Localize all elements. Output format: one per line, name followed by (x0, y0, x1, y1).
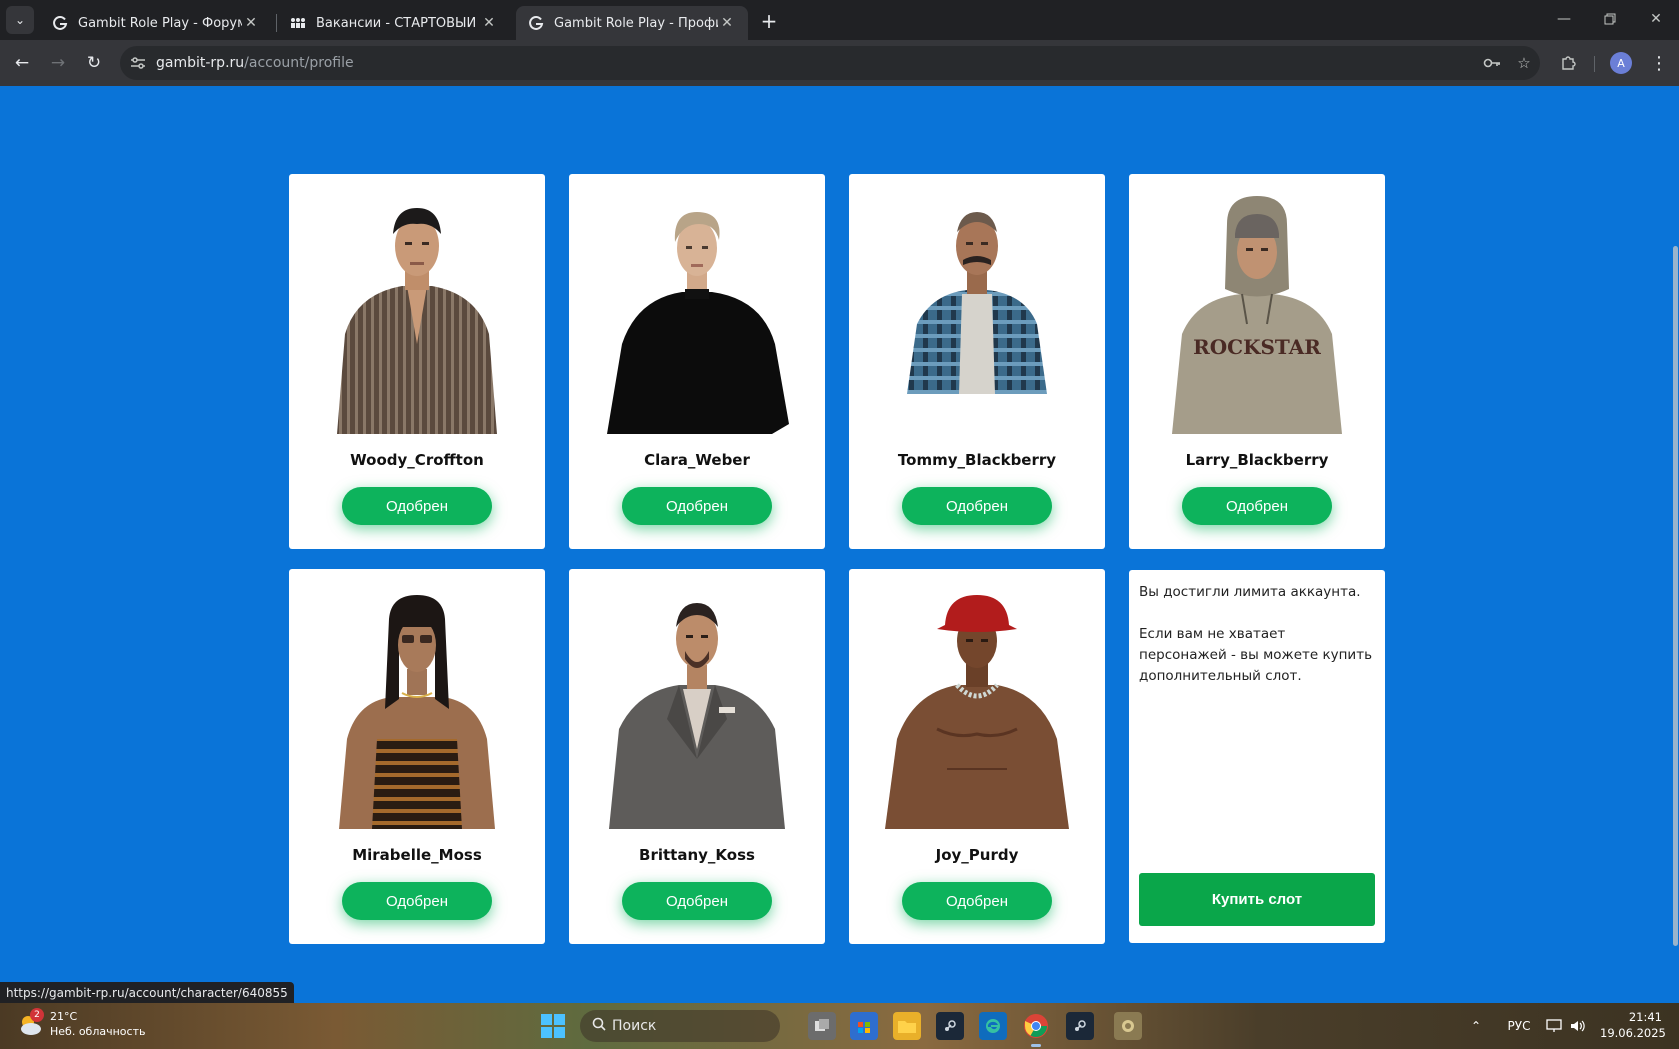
character-card[interactable]: Joy_Purdy Одобрен (849, 569, 1105, 944)
restore-icon[interactable] (1587, 0, 1633, 38)
active-app-indicator (1031, 1044, 1041, 1047)
buy-slot-hint-text: Если вам не хватает персонажей - вы може… (1139, 626, 1373, 684)
search-icon (592, 1017, 606, 1035)
tab-separator (276, 14, 277, 32)
clock-time: 21:41 (1628, 1010, 1662, 1024)
hoodie-logo-text: ROCKSTAR (1193, 335, 1321, 359)
character-avatar-image[interactable] (867, 194, 1087, 434)
scrollbar-thumb[interactable] (1673, 246, 1678, 946)
weather-temp: 21°C (50, 1010, 78, 1023)
minimize-icon[interactable]: — (1541, 0, 1587, 38)
approved-status-button[interactable]: Одобрен (622, 487, 772, 525)
weather-badge: 2 (30, 1008, 44, 1022)
gambit-favicon-icon (52, 15, 68, 31)
chrome-icon[interactable] (1022, 1012, 1050, 1040)
approved-status-button[interactable]: Одобрен (1182, 487, 1332, 525)
password-key-icon[interactable] (1476, 47, 1508, 79)
character-card[interactable]: Brittany_Koss Одобрен (569, 569, 825, 944)
forward-arrow-icon[interactable]: → (44, 49, 72, 77)
clock-date: 19.06.2025 (1600, 1026, 1666, 1040)
account-limit-card: Вы достигли лимита аккаунта. Если вам не… (1129, 570, 1385, 943)
task-view-icon[interactable] (808, 1012, 836, 1040)
weather-widget[interactable]: 2 21°C Неб. облачность (16, 1008, 146, 1039)
character-name[interactable]: Mirabelle_Moss (289, 846, 545, 864)
taskbar-search[interactable]: Поиск (580, 1010, 780, 1042)
character-card[interactable]: Clara_Weber Одобрен (569, 174, 825, 549)
language-indicator[interactable]: РУС (1504, 1012, 1534, 1040)
approved-status-button[interactable]: Одобрен (902, 882, 1052, 920)
tray-chevron-up-icon[interactable]: ⌃ (1466, 1012, 1486, 1040)
bookmark-star-icon[interactable]: ☆ (1508, 47, 1540, 79)
tab-forum[interactable]: Gambit Role Play - Форум ✕ (40, 6, 272, 40)
character-card[interactable]: Woody_Croffton Одобрен (289, 174, 545, 549)
character-card[interactable]: Tommy_Blackberry Одобрен (849, 174, 1105, 549)
steam-icon-2[interactable] (1066, 1012, 1094, 1040)
character-name[interactable]: Brittany_Koss (569, 846, 825, 864)
character-avatar-image[interactable]: ROCKSTAR (1147, 194, 1367, 434)
character-name[interactable]: Joy_Purdy (849, 846, 1105, 864)
character-avatar-image[interactable] (587, 194, 807, 434)
new-tab-plus-icon[interactable]: + (756, 8, 782, 34)
tab-close-icon[interactable]: ✕ (242, 15, 260, 31)
crowd-favicon-icon (290, 15, 306, 31)
approved-status-button[interactable]: Одобрен (342, 487, 492, 525)
windows-start-icon[interactable] (541, 1014, 565, 1038)
tab-title: Gambit Role Play - Профиль UCP (554, 15, 718, 31)
tab-title: Вакансии - СТАРТОВЫЙ СОСТАВ (316, 15, 480, 31)
extensions-puzzle-icon[interactable] (1552, 47, 1584, 79)
close-window-icon[interactable]: ✕ (1633, 0, 1679, 38)
approved-status-button[interactable]: Одобрен (622, 882, 772, 920)
tab-close-icon[interactable]: ✕ (718, 15, 736, 31)
volume-icon[interactable] (1568, 1012, 1588, 1040)
approved-status-button[interactable]: Одобрен (902, 487, 1052, 525)
edge-icon[interactable] (979, 1012, 1007, 1040)
back-arrow-icon[interactable]: ← (8, 49, 36, 77)
game-launcher-icon[interactable] (1114, 1012, 1142, 1040)
link-status-bubble: https://gambit-rp.ru/account/character/6… (0, 982, 294, 1003)
character-card[interactable]: Mirabelle_Moss Одобрен (289, 569, 545, 944)
approved-status-button[interactable]: Одобрен (342, 882, 492, 920)
steam-icon[interactable] (936, 1012, 964, 1040)
character-avatar-image[interactable] (867, 589, 1087, 829)
windows-taskbar: 2 21°C Неб. облачность Поиск ⌃ РУС 21:41… (0, 1003, 1679, 1049)
character-card[interactable]: ROCKSTAR Larry_Blackberry Одобрен (1129, 174, 1385, 549)
search-placeholder: Поиск (612, 1018, 657, 1034)
tab-search-chevron-icon[interactable]: ⌄ (6, 6, 34, 34)
character-name[interactable]: Clara_Weber (569, 451, 825, 469)
character-name[interactable]: Larry_Blackberry (1129, 451, 1385, 469)
microsoft-store-icon[interactable] (850, 1012, 878, 1040)
network-icon[interactable] (1544, 1012, 1564, 1040)
weather-desc: Неб. облачность (50, 1025, 146, 1038)
character-avatar-image[interactable] (587, 589, 807, 829)
tab-profile[interactable]: Gambit Role Play - Профиль UCP ✕ (516, 6, 748, 40)
system-clock[interactable]: 21:41 19.06.2025 (1600, 1009, 1666, 1041)
character-name[interactable]: Tommy_Blackberry (849, 451, 1105, 469)
browser-toolbar: ← → ↻ gambit-rp.ru/account/profile ☆ A ⋮ (0, 40, 1679, 86)
tab-title: Gambit Role Play - Форум (78, 15, 242, 31)
profile-avatar[interactable]: A (1610, 52, 1632, 74)
gambit-favicon-icon (528, 15, 544, 31)
site-settings-icon[interactable] (120, 56, 156, 70)
tab-close-icon[interactable]: ✕ (480, 15, 498, 31)
partly-cloudy-icon: 2 (16, 1008, 44, 1038)
reload-icon[interactable]: ↻ (80, 49, 108, 77)
character-avatar-image[interactable] (307, 589, 527, 829)
page-scrollbar[interactable] (1671, 86, 1679, 1003)
browser-tab-bar: ⌄ Gambit Role Play - Форум ✕ Вакансии - … (0, 0, 1679, 40)
file-explorer-icon[interactable] (893, 1012, 921, 1040)
toolbar-separator (1594, 56, 1595, 72)
character-name[interactable]: Woody_Croffton (289, 451, 545, 469)
character-avatar-image[interactable] (307, 194, 527, 434)
address-bar[interactable]: gambit-rp.ru/account/profile ☆ (120, 46, 1540, 80)
tab-vacancies[interactable]: Вакансии - СТАРТОВЫЙ СОСТАВ ✕ (278, 6, 510, 40)
page-content (0, 86, 1679, 1003)
url-text[interactable]: gambit-rp.ru/account/profile (156, 55, 354, 71)
limit-reached-text: Вы достигли лимита аккаунта. (1139, 584, 1361, 600)
buy-slot-button[interactable]: Купить слот (1139, 873, 1375, 926)
menu-kebab-icon[interactable]: ⋮ (1646, 50, 1672, 76)
